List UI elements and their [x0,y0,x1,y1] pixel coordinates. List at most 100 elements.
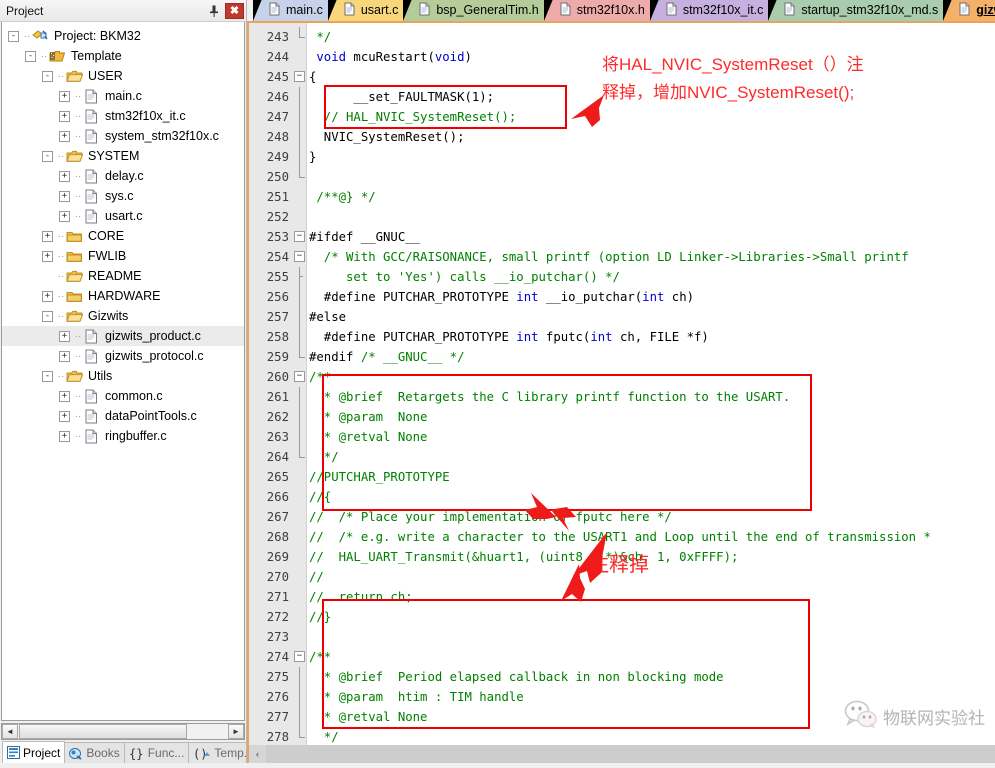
editor-horizontal-scrollbar[interactable]: ‹ [247,745,995,763]
expand-toggle-icon[interactable]: + [42,231,53,242]
editor-tab-bsp-generaltim-h[interactable]: bsp_GeneralTim.h [411,0,549,21]
code-line[interactable]: #ifdef __GNUC__ [307,227,995,247]
code-line[interactable] [307,207,995,227]
panel-tab-func[interactable]: {}Func... [124,742,190,763]
code-line[interactable]: // /* e.g. write a character to the USAR… [307,527,995,547]
editor-tabbar[interactable]: main.cusart.cbsp_GeneralTim.hstm32f10x.h… [247,0,995,21]
code-folding-margin[interactable]: − − − − − [293,23,307,745]
panel-tab-temp[interactable]: ()Temp... [188,742,246,763]
hscroll-track[interactable] [266,745,995,763]
code-line[interactable]: * @param None [307,407,995,427]
collapse-toggle-icon[interactable]: - [42,71,53,82]
expand-toggle-icon[interactable]: + [59,431,70,442]
tree-item-ringbuffer-c[interactable]: +··ringbuffer.c [2,426,244,446]
tree-item-readme[interactable]: ··README [2,266,244,286]
expand-toggle-icon[interactable]: + [42,291,53,302]
code-line[interactable]: * @retval None [307,427,995,447]
code-line[interactable]: // /* Place your implementation of fputc… [307,507,995,527]
code-line[interactable]: #define PUTCHAR_PROTOTYPE int __io_putch… [307,287,995,307]
scroll-left-arrow-icon[interactable]: ◄ [2,724,18,739]
expand-toggle-icon[interactable]: + [59,391,70,402]
close-icon[interactable]: ✖ [225,3,244,19]
code-line[interactable]: set to 'Yes') calls __io_putchar() */ [307,267,995,287]
code-line[interactable]: // return ch; [307,587,995,607]
collapse-fold-icon[interactable]: − [294,231,305,242]
tree-item-template[interactable]: -··Template [2,46,244,66]
expand-toggle-icon[interactable]: + [42,251,53,262]
tree-item-project-bkm32[interactable]: -··Project: BKM32 [2,26,244,46]
code-line[interactable]: #else [307,307,995,327]
collapse-toggle-icon[interactable]: - [42,371,53,382]
code-line[interactable]: // HAL_NVIC_SystemReset(); [307,107,995,127]
collapse-fold-icon[interactable]: − [294,371,305,382]
code-line[interactable]: } [307,147,995,167]
editor-tab-startup-stm32f10x-md-s[interactable]: startup_stm32f10x_md.s [776,0,949,21]
code-line[interactable]: __set_FAULTMASK(1); [307,87,995,107]
code-line[interactable]: */ [307,27,995,47]
expand-toggle-icon[interactable]: + [59,331,70,342]
scrollbar-thumb[interactable] [19,724,187,739]
collapse-toggle-icon[interactable]: - [42,311,53,322]
project-horizontal-scrollbar[interactable]: ◄ ► [1,723,245,740]
fold-marker[interactable]: − [293,647,306,667]
editor-tab-usart-c[interactable]: usart.c [336,0,410,21]
tree-item-delay-c[interactable]: +··delay.c [2,166,244,186]
expand-toggle-icon[interactable]: + [59,171,70,182]
expand-toggle-icon[interactable]: + [59,351,70,362]
tree-item-utils[interactable]: -··Utils [2,366,244,386]
code-line[interactable]: void mcuRestart(void) [307,47,995,67]
expand-toggle-icon[interactable]: + [59,211,70,222]
code-line[interactable]: */ [307,727,995,745]
tree-item-stm32f10x-it-c[interactable]: +··stm32f10x_it.c [2,106,244,126]
code-line[interactable]: /**@} */ [307,187,995,207]
code-line[interactable]: */ [307,447,995,467]
collapse-toggle-icon[interactable]: - [25,51,36,62]
code-line[interactable]: /** [307,647,995,667]
panel-tab-project[interactable]: Project [2,741,65,763]
code-line[interactable]: //} [307,607,995,627]
code-line[interactable]: //{ [307,487,995,507]
editor-tab-main-c[interactable]: main.c [261,0,334,21]
code-line[interactable]: { [307,67,995,87]
tree-item-gizwits-protocol-c[interactable]: +··gizwits_protocol.c [2,346,244,366]
collapse-fold-icon[interactable]: − [294,71,305,82]
code-line[interactable]: * @retval None [307,707,995,727]
code-line[interactable]: // [307,567,995,587]
expand-toggle-icon[interactable]: + [59,111,70,122]
code-text-area[interactable]: */ void mcuRestart(void){ __set_FAULTMAS… [307,23,995,745]
tree-item-main-c[interactable]: +··main.c [2,86,244,106]
expand-toggle-icon[interactable]: + [59,191,70,202]
editor-tab-gizwi[interactable]: gizwi [951,0,995,21]
code-line[interactable]: NVIC_SystemReset(); [307,127,995,147]
code-line[interactable]: //PUTCHAR_PROTOTYPE [307,467,995,487]
code-line[interactable]: * @brief Period elapsed callback in non … [307,667,995,687]
tree-item-system-stm32f10x-c[interactable]: +··system_stm32f10x.c [2,126,244,146]
code-line[interactable] [307,627,995,647]
tree-item-gizwits-product-c[interactable]: +··gizwits_product.c [2,326,244,346]
collapse-fold-icon[interactable]: − [294,251,305,262]
tree-item-fwlib[interactable]: +··FWLIB [2,246,244,266]
tree-item-usart-c[interactable]: +··usart.c [2,206,244,226]
code-line[interactable]: /** [307,367,995,387]
scrollbar-track[interactable] [187,724,228,739]
code-scroll-region[interactable]: 2432442452462472482492502512522532542552… [249,23,995,745]
fold-marker[interactable]: − [293,67,306,87]
scroll-right-arrow-icon[interactable]: ► [228,724,244,739]
expand-toggle-icon[interactable]: + [59,411,70,422]
pin-icon[interactable] [205,2,222,19]
hscroll-left-arrow-icon[interactable]: ‹ [249,745,266,763]
tree-item-gizwits[interactable]: -··Gizwits [2,306,244,326]
expand-toggle-icon[interactable]: + [59,131,70,142]
expand-toggle-icon[interactable]: + [59,91,70,102]
panel-tab-books[interactable]: Books [64,742,124,763]
fold-marker[interactable]: − [293,227,306,247]
code-line[interactable]: /* With GCC/RAISONANCE, small printf (op… [307,247,995,267]
tree-item-common-c[interactable]: +··common.c [2,386,244,406]
tree-item-user[interactable]: -··USER [2,66,244,86]
collapse-toggle-icon[interactable]: - [42,151,53,162]
editor-tab-stm32f10x-h[interactable]: stm32f10x.h [552,0,656,21]
tree-item-core[interactable]: +··CORE [2,226,244,246]
project-tree[interactable]: -··Project: BKM32-··Template-··USER+··ma… [1,22,245,721]
code-line[interactable]: * @brief Retargets the C library printf … [307,387,995,407]
tree-item-system[interactable]: -··SYSTEM [2,146,244,166]
